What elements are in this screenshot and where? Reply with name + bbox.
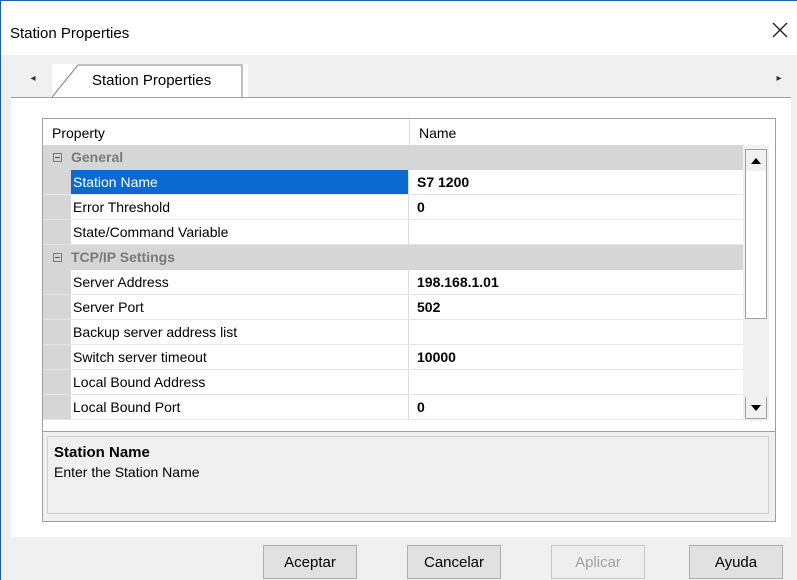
description-box: Station Name Enter the Station Name	[47, 436, 769, 514]
property-row[interactable]: Server Port 502	[43, 295, 743, 320]
tab-station-properties[interactable]: Station Properties	[52, 64, 248, 98]
property-row[interactable]: Server Address 198.168.1.01	[43, 270, 743, 295]
tab-label: Station Properties	[92, 72, 212, 89]
property-rows: General Station Name S7 1200 Error Threshol…	[43, 145, 743, 421]
ok-button[interactable]: Aceptar	[263, 545, 357, 579]
row-gutter	[43, 195, 71, 219]
description-title: Station Name	[54, 444, 150, 461]
property-value[interactable]: 0	[409, 395, 743, 419]
property-value[interactable]	[409, 370, 743, 394]
grid-header: Property Name	[43, 119, 775, 145]
property-value[interactable]	[409, 320, 743, 344]
category-row[interactable]: General	[43, 145, 743, 170]
header-property[interactable]: Property	[52, 125, 105, 141]
category-row[interactable]: TCP/IP Settings	[43, 245, 743, 270]
property-value[interactable]: 10000	[409, 345, 743, 369]
category-label: TCP/IP Settings	[71, 249, 175, 265]
row-gutter	[43, 295, 71, 319]
scroll-up-icon[interactable]	[745, 149, 767, 171]
description-pane: Station Name Enter the Station Name	[43, 431, 775, 521]
scroll-down-icon[interactable]	[745, 397, 767, 419]
tab-strip: ◂ Station Properties ▸	[10, 61, 790, 98]
property-name[interactable]: Local Bound Address	[71, 370, 409, 394]
property-row[interactable]: Local Bound Address	[43, 370, 743, 395]
property-value[interactable]: 0	[409, 195, 743, 219]
property-row[interactable]: Station Name S7 1200	[43, 170, 743, 195]
property-row[interactable]: State/Command Variable	[43, 220, 743, 245]
collapse-toggle-icon[interactable]	[43, 245, 71, 269]
property-name[interactable]: Error Threshold	[71, 195, 409, 219]
vertical-scrollbar[interactable]	[743, 145, 769, 421]
row-gutter	[43, 170, 71, 194]
property-value[interactable]	[409, 220, 743, 244]
scroll-thumb[interactable]	[745, 171, 767, 319]
property-row[interactable]: Switch server timeout 10000	[43, 345, 743, 370]
cancel-button[interactable]: Cancelar	[407, 545, 501, 579]
property-name[interactable]: Station Name	[71, 170, 409, 194]
header-divider[interactable]	[409, 119, 410, 145]
property-value[interactable]: 198.168.1.01	[409, 270, 743, 294]
row-gutter	[43, 270, 71, 294]
property-row[interactable]: Local Bound Port 0	[43, 395, 743, 420]
row-gutter	[43, 370, 71, 394]
property-value[interactable]: 502	[409, 295, 743, 319]
property-row[interactable]: Backup server address list	[43, 320, 743, 345]
description-text: Enter the Station Name	[54, 464, 200, 480]
property-grid: Property Name General Station Name S7 1200…	[42, 118, 776, 522]
apply-button[interactable]: Aplicar	[551, 545, 645, 579]
collapse-toggle-icon[interactable]	[43, 145, 71, 169]
row-gutter	[43, 395, 71, 419]
property-name[interactable]: State/Command Variable	[71, 220, 409, 244]
title-bar: Station Properties	[1, 1, 797, 55]
row-gutter	[43, 320, 71, 344]
property-value[interactable]: S7 1200	[409, 170, 743, 194]
station-properties-dialog: Station Properties ◂ Station Properties …	[0, 0, 797, 580]
window-title: Station Properties	[10, 25, 130, 42]
property-name[interactable]: Server Port	[71, 295, 409, 319]
tab-scroll-left-icon[interactable]: ◂	[22, 67, 44, 89]
property-name[interactable]: Server Address	[71, 270, 409, 294]
close-icon[interactable]	[765, 15, 795, 45]
property-name[interactable]: Local Bound Port	[71, 395, 409, 419]
row-gutter	[43, 220, 71, 244]
header-name[interactable]: Name	[419, 125, 456, 141]
category-label: General	[71, 149, 124, 165]
tab-scroll-right-icon[interactable]: ▸	[768, 67, 790, 89]
property-row[interactable]: Error Threshold 0	[43, 195, 743, 220]
property-name[interactable]: Switch server timeout	[71, 345, 409, 369]
tab-panel: Property Name General Station Name S7 1200…	[11, 97, 791, 537]
row-gutter	[43, 345, 71, 369]
help-button[interactable]: Ayuda	[689, 545, 783, 579]
property-name[interactable]: Backup server address list	[71, 320, 409, 344]
